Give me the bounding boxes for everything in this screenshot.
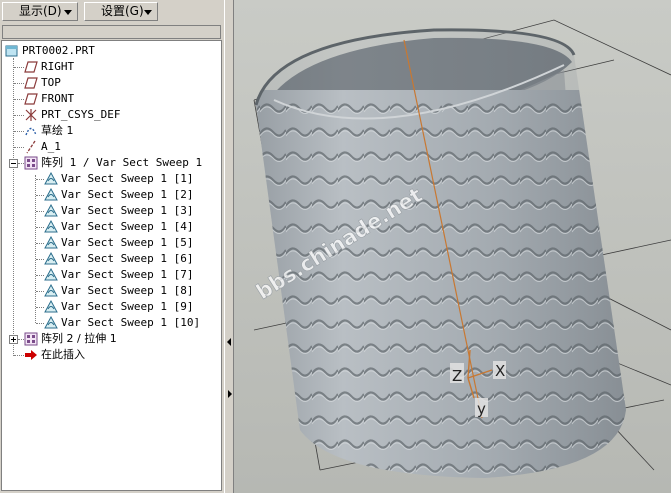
tree-item-sweep[interactable]: Var Sect Sweep 1 [1]	[44, 171, 193, 187]
settings-menu-button[interactable]: 设置(G)	[84, 2, 158, 21]
tree-connector	[13, 58, 14, 356]
sketch-icon	[25, 127, 37, 136]
sweep-feature-icon	[44, 252, 58, 265]
model-tree-panel: 显示(D) 设置(G) PRT0002.PRT RIGHT TOP FRONT	[0, 0, 224, 493]
expand-right-icon[interactable]	[228, 390, 232, 398]
display-menu-button[interactable]: 显示(D)	[2, 2, 78, 21]
collapse-toggle[interactable]	[9, 159, 18, 168]
sweep-feature-icon	[44, 236, 58, 249]
sweep-feature-icon	[44, 284, 58, 297]
chevron-down-icon	[64, 10, 72, 15]
tree-item-label: Var Sect Sweep 1 [6]	[61, 252, 194, 265]
tree-item-sketch[interactable]: 草绘 1	[24, 123, 74, 139]
expand-toggle[interactable]	[9, 335, 18, 344]
collapse-left-icon[interactable]	[227, 338, 231, 346]
tree-root[interactable]: PRT0002.PRT	[5, 43, 95, 59]
tree-item-front[interactable]: FRONT	[24, 91, 74, 107]
insert-arrow-icon	[25, 350, 37, 360]
tree-item-label: Var Sect Sweep 1 [8]	[61, 284, 194, 297]
tree-item-label: 草绘 1	[41, 124, 74, 137]
tree-item-label: PRT_CSYS_DEF	[41, 108, 121, 121]
axis-label-y: y	[477, 400, 486, 418]
chevron-down-icon	[144, 10, 152, 15]
model-tree[interactable]: PRT0002.PRT RIGHT TOP FRONT PRT_CSYS_DEF…	[1, 40, 222, 491]
tree-item-label: Var Sect Sweep 1 [10]	[61, 316, 201, 329]
sweep-feature-icon	[44, 188, 58, 201]
pattern-icon	[24, 332, 38, 346]
tree-item-sweep[interactable]: Var Sect Sweep 1 [8]	[44, 283, 193, 299]
axis-label-z: Z	[452, 367, 462, 385]
datum-plane-icon	[24, 77, 38, 89]
tree-item-sweep[interactable]: Var Sect Sweep 1 [3]	[44, 203, 193, 219]
sweep-feature-icon	[44, 316, 58, 329]
tree-item-pattern1[interactable]: 阵列 1 / Var Sect Sweep 1	[24, 155, 202, 171]
tree-item-label: TOP	[41, 76, 61, 89]
datum-plane-icon	[24, 61, 38, 73]
tree-item-pattern2[interactable]: 阵列 2 / 拉伸 1	[24, 331, 117, 347]
tree-item-csys[interactable]: PRT_CSYS_DEF	[24, 107, 120, 123]
tree-item-label: 阵列 2 / 拉伸 1	[41, 332, 117, 345]
tree-item-label: 阵列 1 / Var Sect Sweep 1	[41, 156, 203, 169]
tree-item-label: Var Sect Sweep 1 [4]	[61, 220, 194, 233]
tree-item-sweep[interactable]: Var Sect Sweep 1 [5]	[44, 235, 193, 251]
datum-axis-icon	[26, 140, 36, 154]
tree-item-label: Var Sect Sweep 1 [1]	[61, 172, 194, 185]
graphics-viewport[interactable]: Z X y bbs.chinade.net	[234, 0, 671, 493]
tree-item-label: Var Sect Sweep 1 [3]	[61, 204, 194, 217]
tree-item-right[interactable]: RIGHT	[24, 59, 74, 75]
sweep-feature-icon	[44, 300, 58, 313]
tree-item-sweep[interactable]: Var Sect Sweep 1 [9]	[44, 299, 193, 315]
tree-item-label: Var Sect Sweep 1 [9]	[61, 300, 194, 313]
tree-item-label: Var Sect Sweep 1 [7]	[61, 268, 194, 281]
pattern-icon	[24, 156, 38, 170]
model-view: Z X y bbs.chinade.net	[234, 0, 671, 493]
panel-splitter[interactable]	[224, 0, 234, 493]
tree-item-label: A_1	[41, 140, 61, 153]
tree-item-sweep[interactable]: Var Sect Sweep 1 [6]	[44, 251, 193, 267]
display-menu-label: 显示(D)	[19, 4, 62, 18]
sweep-feature-icon	[44, 220, 58, 233]
tree-item-label: Var Sect Sweep 1 [5]	[61, 236, 194, 249]
tree-item-label: RIGHT	[41, 60, 75, 73]
axis-label-x: X	[495, 362, 505, 380]
tree-item-sweep[interactable]: Var Sect Sweep 1 [4]	[44, 219, 193, 235]
tree-connector	[35, 175, 36, 323]
tree-item-top[interactable]: TOP	[24, 75, 61, 91]
tree-item-label: 在此插入	[41, 348, 85, 361]
tree-item-label: FRONT	[41, 92, 75, 105]
tree-root-label: PRT0002.PRT	[22, 44, 95, 57]
tree-item-sweep[interactable]: Var Sect Sweep 1 [10]	[44, 315, 200, 331]
part-icon	[5, 45, 18, 57]
tree-item-insert-here[interactable]: 在此插入	[24, 347, 85, 363]
tree-item-label: Var Sect Sweep 1 [2]	[61, 188, 194, 201]
coordinate-system-icon	[25, 109, 37, 121]
datum-plane-icon	[24, 93, 38, 105]
model-tree-toolbar: 显示(D) 设置(G)	[0, 0, 224, 24]
settings-menu-label: 设置(G)	[101, 4, 144, 18]
tree-filter-bar[interactable]	[2, 25, 221, 39]
sweep-feature-icon	[44, 204, 58, 217]
tree-item-sweep[interactable]: Var Sect Sweep 1 [7]	[44, 267, 193, 283]
tree-item-axis[interactable]: A_1	[24, 139, 61, 155]
sweep-feature-icon	[44, 268, 58, 281]
sweep-feature-icon	[44, 172, 58, 185]
tree-item-sweep[interactable]: Var Sect Sweep 1 [2]	[44, 187, 193, 203]
